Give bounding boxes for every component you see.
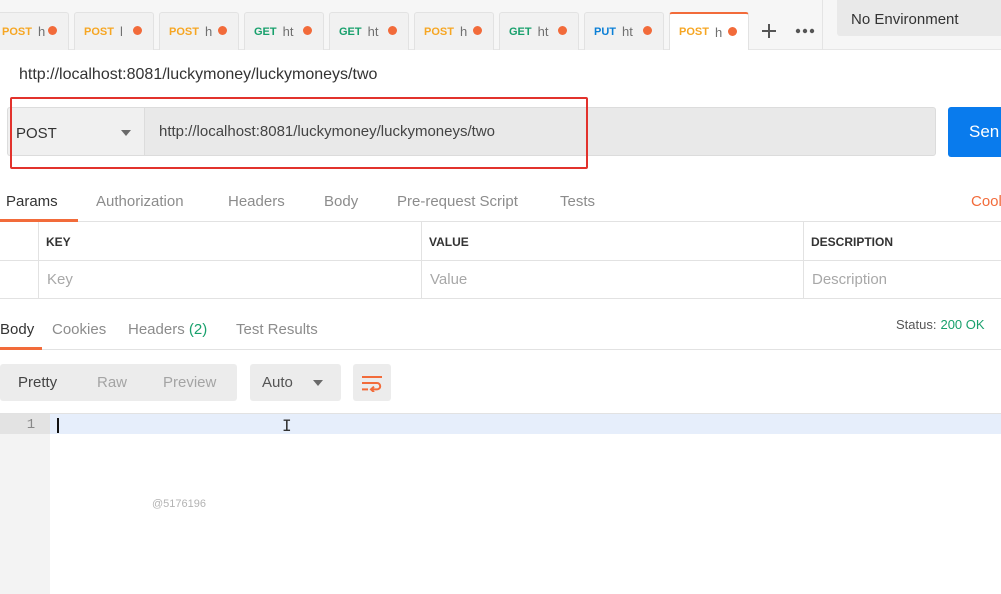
request-tab-method: POST [679,26,709,38]
request-tab[interactable]: POST h [669,12,749,50]
response-tab-cookies[interactable]: Cookies [52,321,106,338]
unsaved-changes-dot-icon [473,26,482,35]
request-tab[interactable]: GET ht [499,12,579,50]
wrap-lines-icon [362,375,382,392]
request-tab-method: POST [2,25,32,38]
response-tab-headers[interactable]: Headers (2) [128,321,207,338]
request-tab-method: POST [169,25,199,38]
params-description-header: DESCRIPTION [804,222,1001,261]
request-tab-name: h [37,24,46,39]
request-tab-method: POST [84,25,114,38]
response-body-editor[interactable]: 1 I @5176196 [0,413,1001,594]
request-tab-method: PUT [594,25,616,38]
unsaved-changes-dot-icon [388,26,397,35]
status-value: 200 OK [940,317,985,332]
param-description-input[interactable]: Description [804,261,1001,299]
params-key-header: KEY [39,222,422,261]
request-tab[interactable]: GET ht [244,12,324,50]
watermark: @5176196 [152,498,206,510]
request-tabs: Params Authorization Headers Body Pre-re… [0,180,1001,222]
format-pretty-button[interactable]: Pretty [18,374,57,391]
chevron-down-icon [313,380,323,386]
row-checkbox-cell [0,261,39,299]
param-value-input[interactable]: Value [422,261,804,299]
tab-params[interactable]: Params [6,193,58,210]
response-tab-test-results[interactable]: Test Results [236,321,318,338]
format-toggle-group: Pretty Raw Preview [0,364,237,401]
request-tab-name: h [459,24,468,39]
request-tab-name: ht [282,24,294,39]
request-tab-name: ht [367,24,379,39]
send-button[interactable]: Sen [948,107,1001,157]
text-cursor [57,418,59,433]
unsaved-changes-dot-icon [218,26,227,35]
request-tab-name: h [204,24,213,39]
cookies-link[interactable]: Cool [971,193,1001,210]
format-preview-button[interactable]: Preview [163,374,216,391]
annotation-highlight-box [10,97,588,169]
line-number-gutter: 1 [0,414,50,594]
wrap-lines-button[interactable] [353,364,391,401]
unsaved-changes-dot-icon [558,26,567,35]
request-tab[interactable]: GET ht [329,12,409,50]
request-tab-method: GET [509,25,532,38]
new-tab-button[interactable] [751,12,787,50]
tab-pre-request-script[interactable]: Pre-request Script [397,193,518,210]
line-number: 1 [0,414,50,434]
plus-icon [762,24,776,38]
status-label: Status: [896,317,937,332]
environment-divider [822,0,823,50]
request-tab-bar: POST h POST l POST h GET ht GET ht POST h GET ht PUT ht… [0,0,1001,50]
request-tab-name: l [119,24,123,39]
tab-body[interactable]: Body [324,193,358,210]
tab-tests[interactable]: Tests [560,193,595,210]
active-response-tab-indicator [0,347,42,350]
unsaved-changes-dot-icon [643,26,652,35]
request-tab[interactable]: POST h [159,12,239,50]
active-line-highlight [50,414,1001,434]
request-tab[interactable]: PUT ht [584,12,664,50]
response-status: Status: 200 OK [896,317,985,332]
request-tab-name: ht [537,24,549,39]
headers-count-badge: (2) [188,321,208,338]
unsaved-changes-dot-icon [303,26,312,35]
request-tab[interactable]: POST l [74,12,154,50]
request-tab[interactable]: POST h [414,12,494,50]
unsaved-changes-dot-icon [48,26,57,35]
request-tab-name: ht [622,24,633,39]
request-tab-method: GET [254,25,277,38]
unsaved-changes-dot-icon [728,27,737,36]
response-tabs: Body Cookies Headers (2) Test Results St… [0,310,1001,350]
tab-authorization[interactable]: Authorization [96,193,184,210]
more-tabs-button[interactable] [787,12,823,50]
params-value-header: VALUE [422,222,804,261]
request-tab[interactable]: POST h [0,12,69,50]
format-raw-button[interactable]: Raw [97,374,127,391]
param-key-input[interactable]: Key [39,261,422,299]
environment-selector[interactable]: No Environment [837,0,1001,36]
request-tab-name: h [714,24,723,40]
response-tab-body[interactable]: Body [0,321,34,338]
language-select[interactable]: Auto [250,364,341,401]
params-table: KEY VALUE DESCRIPTION Key Value Descript… [0,222,1001,299]
request-title: http://localhost:8081/luckymoney/luckymo… [19,66,378,83]
ibeam-cursor-icon: I [282,416,292,435]
response-tab-headers-label: Headers [128,321,185,338]
ellipsis-icon [795,28,815,34]
language-select-label: Auto [262,374,293,391]
tab-headers[interactable]: Headers [228,193,285,210]
request-tab-method: POST [424,25,454,38]
row-checkbox-column-header [0,222,39,261]
request-tab-method: GET [339,25,362,38]
unsaved-changes-dot-icon [133,26,142,35]
